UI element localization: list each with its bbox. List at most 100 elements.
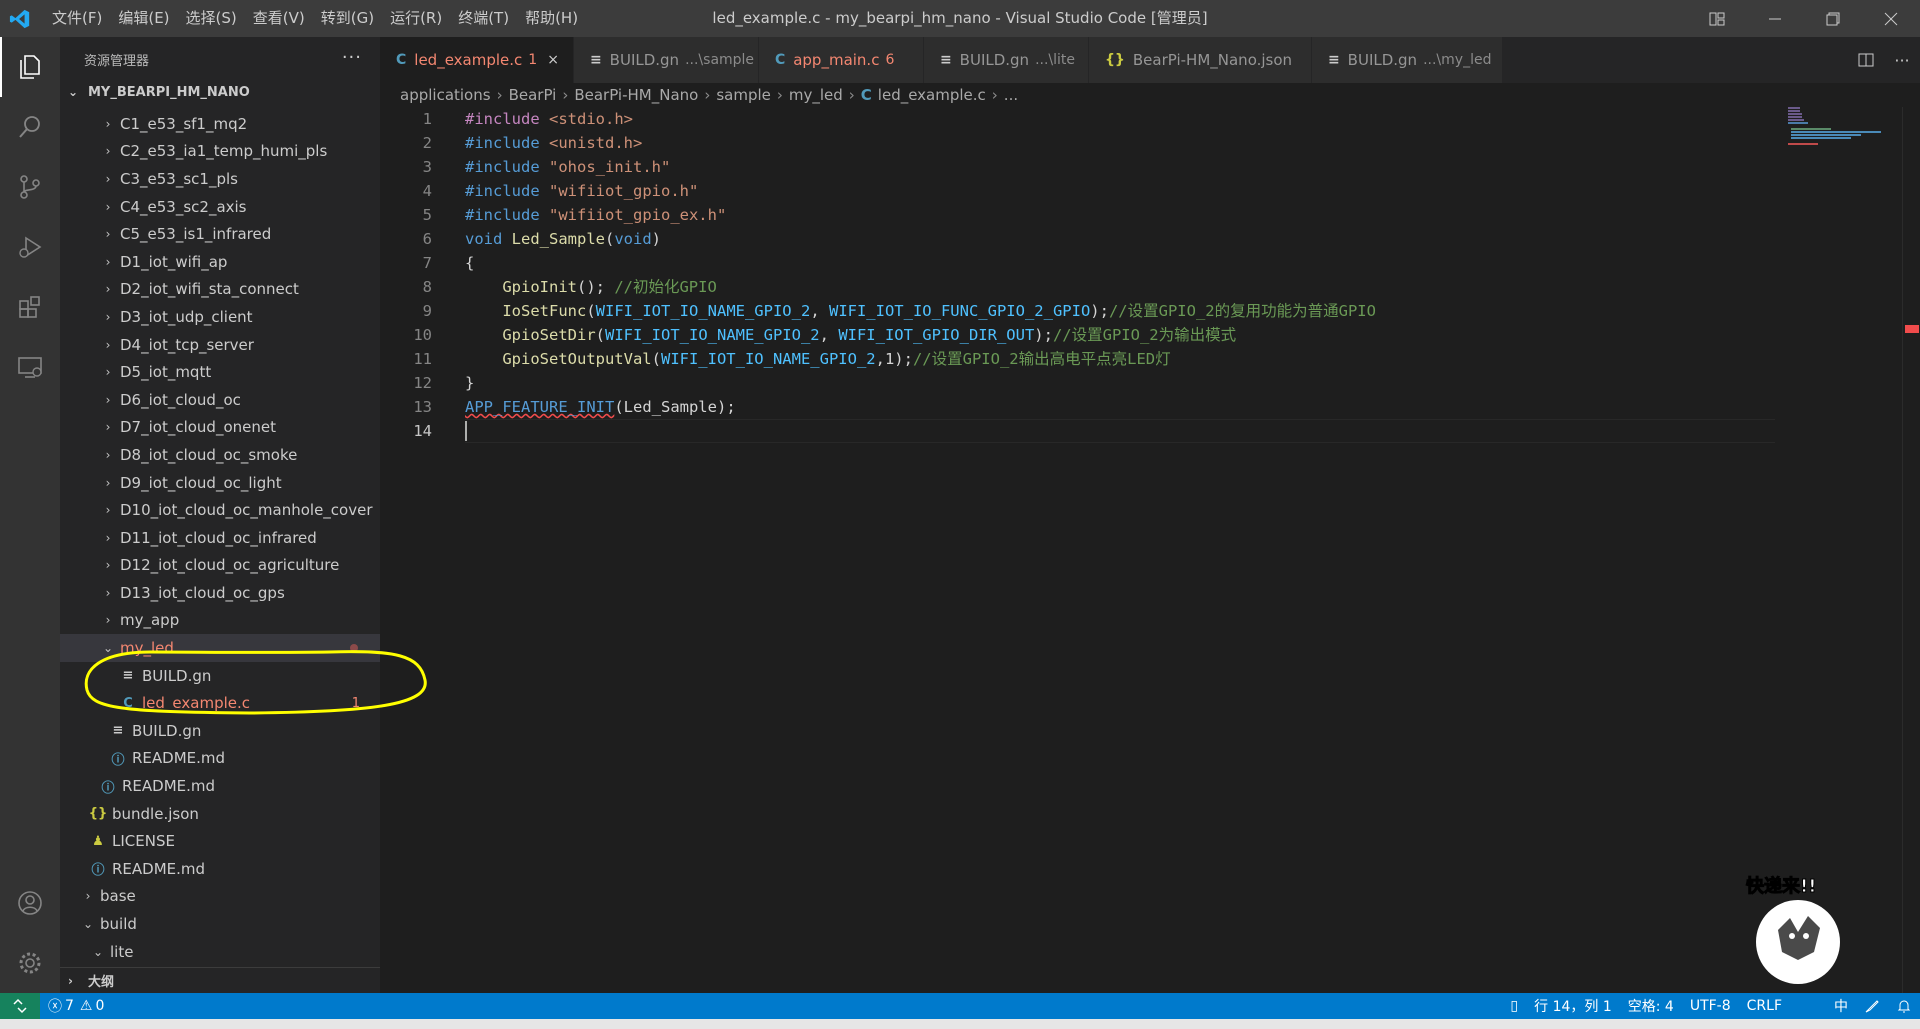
close-window-icon[interactable] <box>1862 0 1920 37</box>
menu-run[interactable]: 运行(R) <box>382 0 450 37</box>
source-control-icon[interactable] <box>0 157 60 217</box>
close-icon[interactable]: × <box>547 52 559 68</box>
tree-item[interactable]: ⓘ README.md <box>60 772 380 800</box>
tree-item[interactable]: ⓘ README.md <box>60 855 380 883</box>
problems-indicator[interactable]: ⓧ 7 ⚠ 0 <box>40 996 112 1016</box>
breadcrumb-symbols[interactable]: ... <box>1004 86 1018 104</box>
search-icon[interactable] <box>0 97 60 157</box>
code-token: , <box>819 326 839 344</box>
manage-gear-icon[interactable] <box>0 933 60 993</box>
editor-actions: ··· <box>1848 37 1920 83</box>
more-actions-icon[interactable]: ··· <box>1884 51 1920 70</box>
tree-item[interactable]: › D12_iot_cloud_oc_agriculture <box>60 552 380 580</box>
restore-icon[interactable] <box>1804 0 1862 37</box>
menu-file[interactable]: 文件(F) <box>44 0 110 37</box>
code-token: WIFI_IOT_IO_NAME_GPIO_2 <box>595 302 811 320</box>
tree-item[interactable]: ⌄ build <box>60 910 380 938</box>
chevron-right-icon: › <box>704 86 711 104</box>
tree-item[interactable]: ⓘ README.md <box>60 745 380 773</box>
chevron-right-icon: › <box>105 613 111 628</box>
tab-build-gn-my-led[interactable]: ≡ BUILD.gn ...\my_led <box>1311 37 1503 83</box>
accounts-icon[interactable] <box>0 873 60 933</box>
tree-item-led-example[interactable]: Cled_example.c 1 <box>60 689 380 717</box>
code-comment: //设置GPIO_2为输出模式 <box>1052 326 1237 344</box>
breadcrumb-item[interactable]: sample <box>716 86 771 104</box>
split-editor-icon[interactable] <box>1848 52 1884 68</box>
tab-bearpi-json[interactable]: {} BearPi-HM_Nano.json <box>1088 37 1312 83</box>
code-token: WIFI_IOT_IO_NAME_GPIO_2 <box>605 326 820 344</box>
tab-build-gn-lite[interactable]: ≡ BUILD.gn ...\lite <box>923 37 1089 83</box>
remote-explorer-icon[interactable] <box>0 337 60 397</box>
tree-item[interactable]: › D6_iot_cloud_oc <box>60 386 380 414</box>
tree-item[interactable]: › C2_e53_ia1_temp_humi_pls <box>60 138 380 166</box>
tree-item[interactable]: › C3_e53_sc1_pls <box>60 165 380 193</box>
remote-indicator-icon[interactable] <box>0 993 40 1019</box>
tab-build-gn-sample[interactable]: ≡ BUILD.gn ...\sample <box>573 37 759 83</box>
run-debug-icon[interactable] <box>0 217 60 277</box>
tree-item-build-gn[interactable]: ≡ BUILD.gn <box>60 662 380 690</box>
line-ending[interactable]: CRLF <box>1739 998 1790 1014</box>
menu-go[interactable]: 转到(G) <box>313 0 382 37</box>
explorer-icon[interactable] <box>0 37 60 97</box>
tab-description: ...\my_led <box>1423 52 1492 68</box>
editor-scrollbar[interactable] <box>1902 107 1920 993</box>
tree-item[interactable]: ♟ LICENSE <box>60 827 380 855</box>
indentation[interactable]: 空格: 4 <box>1620 996 1682 1016</box>
more-actions-icon[interactable]: ··· <box>342 47 362 68</box>
tree-item[interactable]: › D10_iot_cloud_oc_manhole_cover <box>60 496 380 524</box>
notifications-bell-icon[interactable] <box>1888 998 1920 1014</box>
breadcrumb-file[interactable]: led_example.c <box>878 86 986 104</box>
menu-view[interactable]: 查看(V) <box>245 0 313 37</box>
feedback-icon[interactable] <box>1856 998 1888 1014</box>
breadcrumb-item[interactable]: BearPi-HM_Nano <box>574 86 698 104</box>
menu-terminal[interactable]: 终端(T) <box>450 0 517 37</box>
breadcrumb-item[interactable]: applications <box>400 86 491 104</box>
tree-item[interactable]: › C1_e53_sf1_mq2 <box>60 110 380 138</box>
code-editor[interactable]: 1 #include <stdio.h> 2 #include <unistd.h>… <box>380 107 1900 993</box>
extensions-icon[interactable] <box>0 277 60 337</box>
code-line: 14 <box>380 419 1780 443</box>
code-token: { <box>465 254 475 272</box>
tree-item[interactable]: › D1_iot_wifi_ap <box>60 248 380 276</box>
editor-tabs: C led_example.c 1 × ≡ BUILD.gn ...\sampl… <box>380 37 1920 83</box>
minimap[interactable] <box>1788 107 1888 147</box>
tree-item[interactable]: ≡ BUILD.gn <box>60 717 380 745</box>
tree-item[interactable]: ⌄ lite <box>60 938 380 966</box>
file-cylinder-icon[interactable]: ▯ <box>1502 998 1526 1014</box>
tree-item-label: C1_e53_sf1_mq2 <box>120 114 248 133</box>
cursor-position[interactable]: 行 14，列 1 <box>1526 996 1620 1016</box>
tree-item[interactable]: › my_app <box>60 607 380 635</box>
tree-item[interactable]: › D4_iot_tcp_server <box>60 331 380 359</box>
tree-item[interactable]: › D13_iot_cloud_oc_gps <box>60 579 380 607</box>
menu-selection[interactable]: 选择(S) <box>178 0 245 37</box>
c-file-icon: C <box>396 52 407 68</box>
outline-title: 大纲 <box>88 975 115 990</box>
minimize-icon[interactable] <box>1746 0 1804 37</box>
tree-item[interactable]: › D8_iot_cloud_oc_smoke <box>60 441 380 469</box>
encoding[interactable]: UTF-8 <box>1682 998 1739 1014</box>
outline-section-header[interactable]: › 大纲 <box>60 967 380 993</box>
tree-item[interactable]: › D5_iot_mqtt <box>60 358 380 386</box>
workspace-folder-header[interactable]: ⌄ MY_BEARPI_HM_NANO <box>60 81 380 103</box>
tab-app-main[interactable]: C app_main.c 6 <box>758 37 924 83</box>
tree-item[interactable]: › D3_iot_udp_client <box>60 303 380 331</box>
breadcrumb-item[interactable]: BearPi <box>509 86 557 104</box>
breadcrumb-item[interactable]: my_led <box>789 86 843 104</box>
tree-item-my-led[interactable]: ⌄ my_led <box>60 634 380 662</box>
problem-count-badge: 1 <box>351 695 360 711</box>
ime-indicator[interactable]: 中 <box>1826 996 1856 1016</box>
tree-item[interactable]: › D2_iot_wifi_sta_connect <box>60 276 380 304</box>
tree-item[interactable]: › D9_iot_cloud_oc_light <box>60 469 380 497</box>
menu-edit[interactable]: 编辑(E) <box>110 0 177 37</box>
tree-item[interactable]: {} bundle.json <box>60 800 380 828</box>
tree-item[interactable]: › D7_iot_cloud_onenet <box>60 414 380 442</box>
tab-led-example[interactable]: C led_example.c 1 × <box>380 37 574 83</box>
customize-layout-icon[interactable] <box>1688 0 1746 37</box>
chevron-right-icon: › <box>105 309 111 324</box>
tree-item[interactable]: › C5_e53_is1_infrared <box>60 220 380 248</box>
menu-help[interactable]: 帮助(H) <box>517 0 586 37</box>
error-marker <box>1905 325 1919 333</box>
tree-item[interactable]: › C4_e53_sc2_axis <box>60 193 380 221</box>
tree-item[interactable]: › base <box>60 883 380 911</box>
tree-item[interactable]: › D11_iot_cloud_oc_infrared <box>60 524 380 552</box>
